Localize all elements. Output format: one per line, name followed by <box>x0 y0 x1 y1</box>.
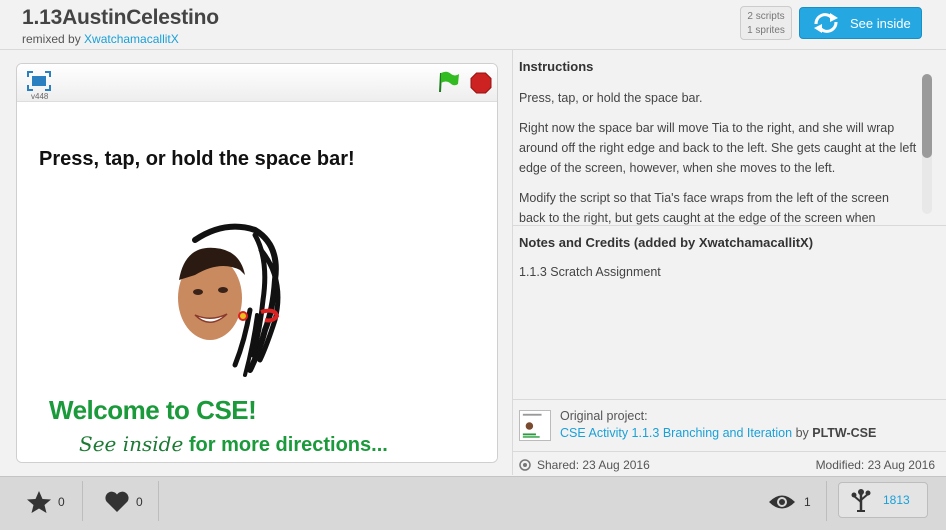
remixed-by-label: remixed by <box>22 32 81 46</box>
instructions-section: Instructions Press, tap, or hold the spa… <box>513 50 946 226</box>
stop-icon[interactable] <box>470 72 492 94</box>
modified-date: Modified: 23 Aug 2016 <box>815 458 935 472</box>
remix-arrows-icon <box>814 13 838 33</box>
divider <box>82 481 83 521</box>
remixer-link[interactable]: XwatchamacallitX <box>84 32 179 46</box>
stage-canvas[interactable]: Press, tap, or hold the space bar! Welco… <box>17 102 497 462</box>
favorites-count: 0 <box>58 495 65 509</box>
remixed-by: remixed by XwatchamacallitX <box>22 32 179 46</box>
project-header: 1.13AustinCelestino remixed by Xwatchama… <box>0 0 946 50</box>
notes-title: Notes and Credits (added by Xwatchamacal… <box>519 235 814 250</box>
see-inside-button[interactable]: See inside <box>799 7 922 39</box>
project-title: 1.13AustinCelestino <box>22 6 219 29</box>
welcome-text: Welcome to CSE! <box>49 395 257 425</box>
player-version: v448 <box>31 92 49 101</box>
tia-sprite <box>178 223 281 377</box>
favorite-button[interactable]: 0 <box>26 486 65 518</box>
notes-body: 1.1.3 Scratch Assignment <box>519 265 661 279</box>
shared-date: Shared: 23 Aug 2016 <box>519 458 650 472</box>
directions-text: See inside for more directions... <box>79 432 388 457</box>
stage-heading: Press, tap, or hold the space bar! <box>39 148 355 170</box>
remixes-count: 1813 <box>883 493 910 507</box>
player-controls: v448 <box>17 64 497 102</box>
green-flag-icon[interactable] <box>437 71 461 93</box>
fullscreen-icon[interactable] <box>27 71 51 91</box>
project-player: v448 Press, tap, or hold the space bar! <box>16 63 498 463</box>
instructions-title: Instructions <box>519 59 594 74</box>
heart-icon <box>105 491 129 512</box>
original-project-thumbnail[interactable] <box>519 410 551 441</box>
instructions-paragraph: Modify the script so that Tia's face wra… <box>519 191 889 225</box>
instructions-body: Press, tap, or hold the space bar. Right… <box>519 88 917 225</box>
project-counts: 2 scripts 1 sprites <box>740 6 792 40</box>
original-project-info: CSE Activity 1.1.3 Branching and Iterati… <box>560 426 876 440</box>
shared-date-text: Shared: 23 Aug 2016 <box>537 458 650 472</box>
original-project-link[interactable]: CSE Activity 1.1.3 Branching and Iterati… <box>560 426 792 440</box>
sprites-count: 1 sprites <box>747 25 785 36</box>
original-project-label: Original project: <box>560 409 648 423</box>
original-by: by <box>795 426 809 440</box>
loves-count: 0 <box>136 495 143 509</box>
scripts-count: 2 scripts <box>747 11 785 22</box>
love-button[interactable]: 0 <box>104 486 143 518</box>
see-inside-label: See inside <box>850 15 911 31</box>
directions-rest: for more directions... <box>188 434 388 456</box>
star-icon <box>27 491 51 513</box>
eye-icon <box>769 495 795 509</box>
scrollbar-thumb[interactable] <box>922 74 932 158</box>
project-dates: Shared: 23 Aug 2016 Modified: 23 Aug 201… <box>513 454 946 474</box>
remix-tree-icon <box>851 489 871 512</box>
original-author[interactable]: PLTW-CSE <box>812 426 876 440</box>
shared-icon <box>519 459 531 471</box>
directions-see-inside: See inside <box>79 432 184 456</box>
instructions-paragraph: Right now the space bar will move Tia to… <box>519 121 917 175</box>
divider <box>158 481 159 521</box>
views-count: 1 <box>804 495 811 509</box>
views-stat: 1 <box>768 486 811 518</box>
remix-tree-button[interactable]: 1813 <box>838 482 928 518</box>
divider <box>826 481 827 521</box>
original-project: Original project: CSE Activity 1.1.3 Bra… <box>513 400 946 452</box>
project-info-panel: Instructions Press, tap, or hold the spa… <box>512 50 946 475</box>
instructions-paragraph: Press, tap, or hold the space bar. <box>519 91 703 105</box>
notes-section: Notes and Credits (added by Xwatchamacal… <box>513 227 946 400</box>
stats-bar: 0 0 1 1813 <box>0 476 946 530</box>
instructions-scrollbar[interactable] <box>922 74 932 214</box>
